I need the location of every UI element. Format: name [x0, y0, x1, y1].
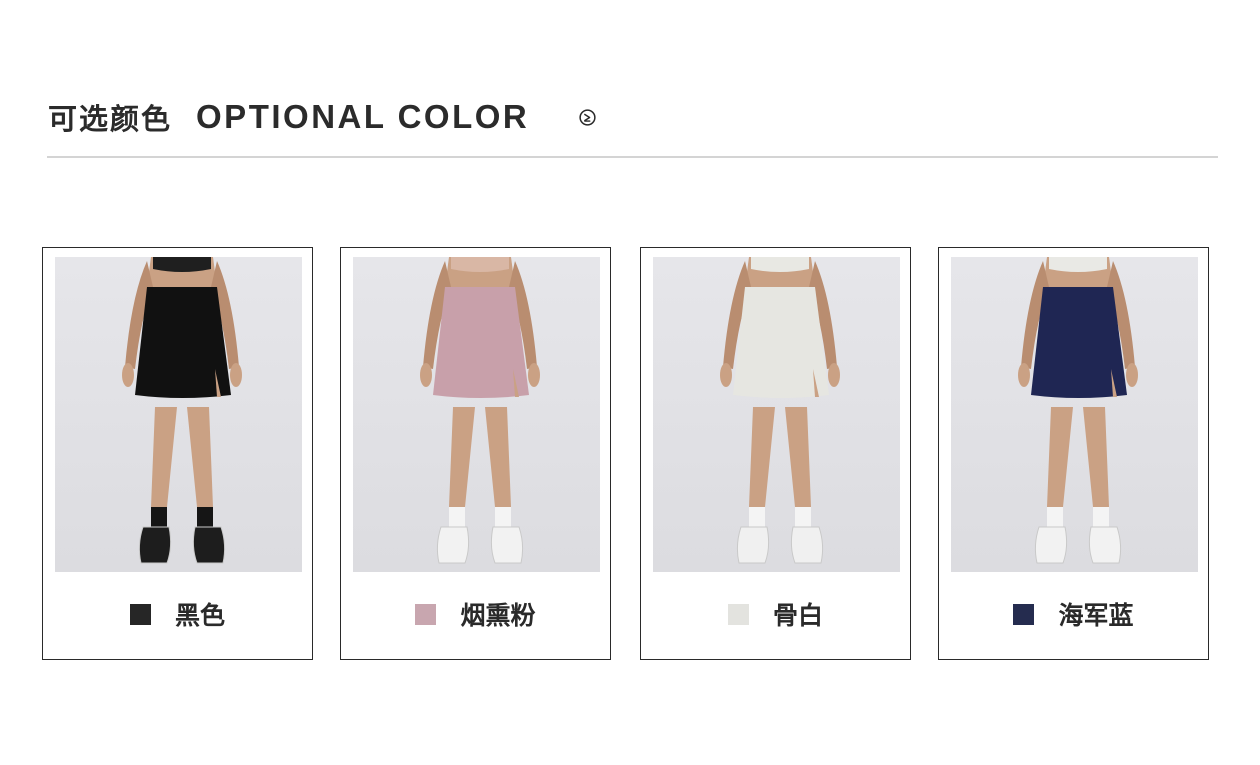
product-photo	[55, 257, 302, 572]
model-illustration	[420, 257, 540, 564]
product-photo	[653, 257, 900, 572]
color-option-card[interactable]: 骨白	[640, 247, 911, 660]
color-label-row: 烟熏粉	[341, 596, 610, 632]
color-swatch	[1013, 603, 1035, 625]
color-label-row: 海军蓝	[939, 596, 1208, 632]
header-divider	[47, 156, 1218, 158]
right-hand	[828, 363, 840, 387]
left-shoe	[736, 526, 770, 564]
crop-top	[1049, 257, 1107, 272]
right-shoe	[1088, 526, 1122, 564]
right-hand	[528, 363, 540, 387]
right-shoe	[790, 526, 824, 564]
color-option-card[interactable]: 海军蓝	[938, 247, 1209, 660]
product-photo	[353, 257, 600, 572]
left-hand	[420, 363, 432, 387]
left-sock	[749, 507, 765, 529]
color-swatch	[727, 603, 749, 625]
left-sock	[449, 507, 465, 529]
crop-top	[751, 257, 809, 272]
color-swatch	[415, 603, 437, 625]
left-sock	[1047, 507, 1063, 529]
right-leg	[1083, 407, 1109, 507]
color-label-row: 黑色	[43, 596, 312, 632]
left-leg	[449, 407, 475, 507]
color-name: 海军蓝	[1058, 601, 1134, 630]
section-title-english: OPTIONAL COLOR	[196, 98, 530, 135]
color-name: 骨白	[772, 601, 823, 630]
section-title-chinese: 可选颜色	[48, 102, 173, 136]
left-leg	[1047, 407, 1073, 507]
color-option-card[interactable]: 烟熏粉	[340, 247, 611, 660]
section-header: 可选颜色 OPTIONAL COLOR	[48, 96, 529, 138]
right-leg	[785, 407, 811, 507]
right-shoe	[192, 526, 226, 564]
left-shoe	[1034, 526, 1068, 564]
color-label-row: 骨白	[641, 596, 910, 632]
left-hand	[720, 363, 732, 387]
color-name: 烟熏粉	[460, 601, 536, 630]
left-sock	[151, 507, 167, 529]
left-leg	[749, 407, 775, 507]
color-option-card[interactable]: 黑色	[42, 247, 313, 660]
crop-top	[451, 257, 509, 272]
right-leg	[187, 407, 213, 507]
right-sock	[495, 507, 511, 529]
right-leg	[485, 407, 511, 507]
model-illustration	[122, 257, 242, 564]
right-sock	[197, 507, 213, 529]
right-shoe	[490, 526, 524, 564]
model-illustration	[1018, 257, 1138, 564]
left-hand	[1018, 363, 1030, 387]
product-photo	[951, 257, 1198, 572]
model-illustration	[720, 257, 840, 564]
left-shoe	[138, 526, 172, 564]
chevron-right-circle-icon[interactable]	[579, 109, 596, 126]
color-name: 黑色	[174, 601, 225, 630]
crop-top	[153, 257, 211, 272]
color-swatch	[129, 603, 151, 625]
left-shoe	[436, 526, 470, 564]
right-hand	[1126, 363, 1138, 387]
left-leg	[151, 407, 177, 507]
right-hand	[230, 363, 242, 387]
right-sock	[1093, 507, 1109, 529]
left-hand	[122, 363, 134, 387]
right-sock	[795, 507, 811, 529]
